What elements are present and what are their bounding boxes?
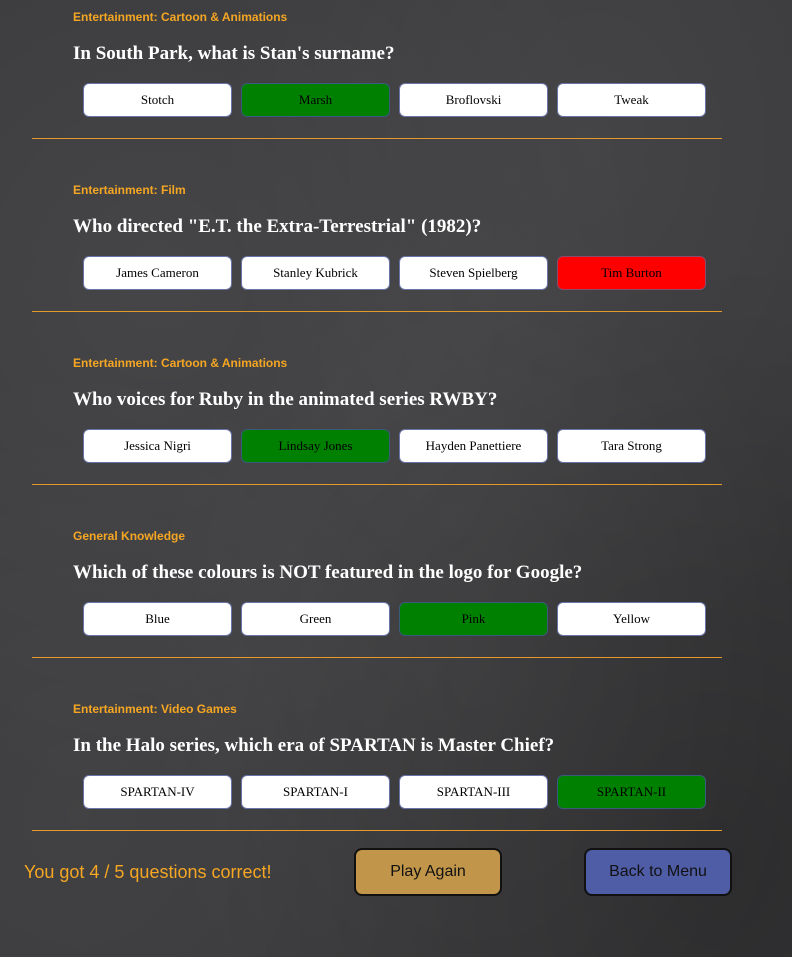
back-to-menu-button[interactable]: Back to Menu	[584, 848, 732, 896]
question-block: General Knowledge Which of these colours…	[32, 485, 722, 658]
answer-button-correct[interactable]: Lindsay Jones	[241, 429, 390, 463]
answer-button[interactable]: Steven Spielberg	[399, 256, 548, 290]
answer-button[interactable]: Yellow	[557, 602, 706, 636]
answer-button-wrong[interactable]: Tim Burton	[557, 256, 706, 290]
answer-button[interactable]: Broflovski	[399, 83, 548, 117]
answer-options: Stotch Marsh Broflovski Tweak	[83, 83, 706, 117]
answer-button-correct[interactable]: Marsh	[241, 83, 390, 117]
answer-button[interactable]: SPARTAN-IV	[83, 775, 232, 809]
answer-button-correct[interactable]: Pink	[399, 602, 548, 636]
question-text: In the Halo series, which era of SPARTAN…	[73, 735, 555, 756]
answer-button[interactable]: Hayden Panettiere	[399, 429, 548, 463]
answer-button[interactable]: Blue	[83, 602, 232, 636]
answer-options: James Cameron Stanley Kubrick Steven Spi…	[83, 256, 706, 290]
score-text: You got 4 / 5 questions correct!	[24, 862, 272, 882]
answer-options: Blue Green Pink Yellow	[83, 602, 706, 636]
question-text: Which of these colours is NOT featured i…	[73, 562, 583, 583]
question-category: Entertainment: Cartoon & Animations	[73, 356, 288, 370]
results-footer: You got 4 / 5 questions correct! Play Ag…	[0, 830, 792, 957]
answer-options: Jessica Nigri Lindsay Jones Hayden Panet…	[83, 429, 706, 463]
question-block: Entertainment: Film Who directed "E.T. t…	[32, 139, 722, 312]
question-block: Entertainment: Video Games In the Halo s…	[32, 658, 722, 831]
play-again-button[interactable]: Play Again	[354, 848, 502, 896]
answer-button[interactable]: Tweak	[557, 83, 706, 117]
question-category: Entertainment: Video Games	[73, 702, 237, 716]
question-block: Entertainment: Cartoon & Animations Who …	[32, 312, 722, 485]
answer-button[interactable]: James Cameron	[83, 256, 232, 290]
question-text: In South Park, what is Stan's surname?	[73, 43, 395, 64]
answer-button[interactable]: SPARTAN-I	[241, 775, 390, 809]
answer-button[interactable]: Stanley Kubrick	[241, 256, 390, 290]
question-category: General Knowledge	[73, 529, 186, 543]
question-text: Who directed "E.T. the Extra-Terrestrial…	[73, 216, 482, 237]
answer-button[interactable]: Tara Strong	[557, 429, 706, 463]
question-category: Entertainment: Cartoon & Animations	[73, 10, 288, 24]
answer-options: SPARTAN-IV SPARTAN-I SPARTAN-III SPARTAN…	[83, 775, 706, 809]
question-block: Entertainment: Cartoon & Animations In S…	[32, 0, 722, 139]
answer-button[interactable]: Stotch	[83, 83, 232, 117]
question-text: Who voices for Ruby in the animated seri…	[73, 389, 498, 410]
answer-button[interactable]: Green	[241, 602, 390, 636]
answer-button[interactable]: Jessica Nigri	[83, 429, 232, 463]
question-category: Entertainment: Film	[73, 183, 186, 197]
answer-button-correct[interactable]: SPARTAN-II	[557, 775, 706, 809]
answer-button[interactable]: SPARTAN-III	[399, 775, 548, 809]
